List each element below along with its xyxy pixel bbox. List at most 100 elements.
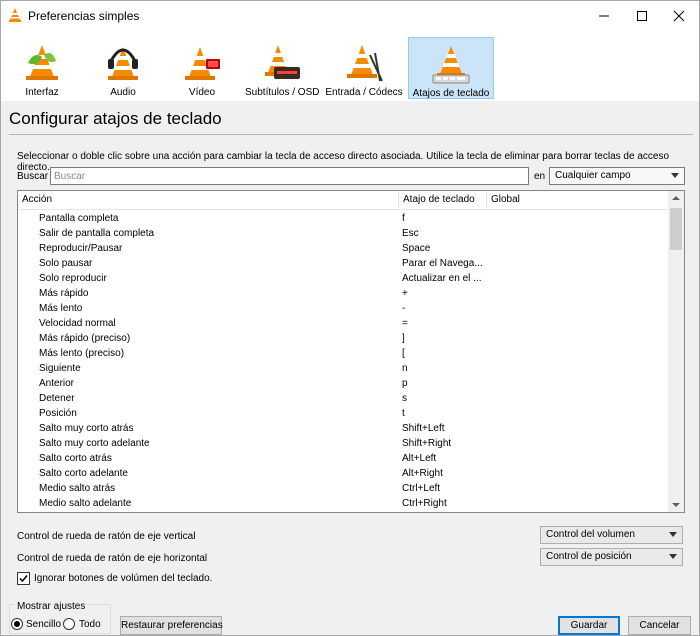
row-hotkey: n xyxy=(402,363,408,374)
table-row[interactable]: Más rápido + xyxy=(18,286,669,301)
search-input[interactable] xyxy=(50,167,529,185)
row-action: Solo pausar xyxy=(39,258,93,269)
row-hotkey: p xyxy=(402,378,408,389)
close-button[interactable] xyxy=(656,1,700,30)
table-row[interactable]: Salir de pantalla completa Esc xyxy=(18,226,669,241)
table-body: Pantalla completa f Salir de pantalla com… xyxy=(18,211,669,511)
category-input-codecs[interactable]: Entrada / Códecs xyxy=(325,37,403,99)
table-row[interactable]: Más lento - xyxy=(18,301,669,316)
row-hotkey: Alt+Left xyxy=(402,453,437,464)
checkmark-icon xyxy=(19,575,28,583)
cancel-button[interactable]: Cancelar xyxy=(628,616,691,635)
column-header-global[interactable]: Global xyxy=(491,194,520,205)
category-label: Entrada / Códecs xyxy=(325,87,403,98)
category-label: Vídeo xyxy=(188,87,216,98)
search-in-label: en xyxy=(534,171,546,182)
simple-radio-label[interactable]: Sencillo xyxy=(26,619,61,630)
vlc-cone-subtitles-icon xyxy=(265,45,300,79)
window-title: Preferencias simples xyxy=(28,9,140,23)
preferences-window: Preferencias simples Interfaz Audio Víde… xyxy=(0,0,700,636)
row-action: Más lento xyxy=(39,303,83,314)
table-row[interactable]: Salto corto adelante Alt+Right xyxy=(18,466,669,481)
row-hotkey: Parar el Navega... xyxy=(402,258,483,269)
title-bar[interactable]: Preferencias simples xyxy=(1,1,699,30)
row-action: Siguiente xyxy=(39,363,81,374)
column-header-hotkey[interactable]: Atajo de teclado xyxy=(403,194,475,205)
vlc-cone-video-icon xyxy=(185,47,220,80)
row-hotkey: Space xyxy=(402,243,431,254)
table-row[interactable]: Salto muy corto atrás Shift+Left xyxy=(18,421,669,436)
category-label: Atajos de teclado xyxy=(412,88,490,99)
table-row[interactable]: Salto corto atrás Alt+Left xyxy=(18,451,669,466)
row-action: Salir de pantalla completa xyxy=(39,228,155,239)
category-label: Interfaz xyxy=(25,87,59,98)
table-row[interactable]: Reproducir/Pausar Space xyxy=(18,241,669,256)
category-audio[interactable]: Audio xyxy=(93,37,153,99)
scroll-thumb[interactable] xyxy=(670,208,682,250)
table-row[interactable]: Anterior p xyxy=(18,376,669,391)
all-radio-label[interactable]: Todo xyxy=(79,619,101,630)
vlc-app-icon xyxy=(9,8,21,22)
table-row[interactable]: Salto muy corto adelante Shift+Right xyxy=(18,436,669,451)
maximize-icon xyxy=(637,10,647,21)
row-hotkey: Shift+Right xyxy=(402,438,452,449)
row-hotkey: Ctrl+Left xyxy=(402,483,441,494)
category-label: Subtítulos / OSD xyxy=(245,87,320,98)
table-row[interactable]: Solo reproducir Actualizar en el ... xyxy=(18,271,669,286)
row-action: Salto corto atrás xyxy=(39,453,112,464)
page-title: Configurar atajos de teclado xyxy=(9,109,222,128)
chevron-down-icon xyxy=(671,173,679,178)
table-row[interactable]: Solo pausar Parar el Navega... xyxy=(18,256,669,271)
table-row[interactable]: Medio salto atrás Ctrl+Left xyxy=(18,481,669,496)
vertical-wheel-select[interactable]: Control del volumen xyxy=(540,526,683,544)
horizontal-wheel-select[interactable]: Control de posición xyxy=(540,548,683,566)
show-settings-title: Mostrar ajustes xyxy=(15,601,88,612)
row-action: Detener xyxy=(39,393,75,404)
reset-preferences-button[interactable]: Restaurar preferencias xyxy=(120,616,223,635)
row-hotkey: ] xyxy=(402,333,405,344)
table-header: Acción Atajo de teclado Global xyxy=(18,191,669,210)
category-interfaz[interactable]: Interfaz xyxy=(9,37,75,99)
row-action: Solo reproducir xyxy=(39,273,107,284)
simple-radio[interactable] xyxy=(11,618,23,630)
table-row[interactable]: Velocidad normal = xyxy=(18,316,669,331)
table-row[interactable]: Siguiente n xyxy=(18,361,669,376)
table-row[interactable]: Pantalla completa f xyxy=(18,211,669,226)
table-row[interactable]: Medio salto adelante Ctrl+Right xyxy=(18,496,669,511)
category-video[interactable]: Vídeo xyxy=(173,37,231,99)
chevron-down-icon xyxy=(669,554,677,559)
scroll-up-icon[interactable] xyxy=(672,196,680,200)
table-row[interactable]: Más rápido (preciso)] xyxy=(18,331,669,346)
search-field-value: Cualquier campo xyxy=(555,170,631,181)
table-row[interactable]: Detener s xyxy=(18,391,669,406)
row-hotkey: Actualizar en el ... xyxy=(402,273,482,284)
row-hotkey: f xyxy=(402,213,405,224)
category-subtitles[interactable]: Subtítulos / OSD xyxy=(245,37,319,99)
vlc-cone-hotkeys-icon xyxy=(432,46,470,84)
row-action: Velocidad normal xyxy=(39,318,116,329)
row-hotkey: Alt+Right xyxy=(402,468,443,479)
column-header-action[interactable]: Acción xyxy=(22,194,52,205)
vlc-cone-headphones-icon xyxy=(108,47,138,80)
ignore-volume-keys-checkbox[interactable] xyxy=(17,572,30,585)
category-bar: Interfaz Audio Vídeo Subtítulos / OSD En… xyxy=(1,30,699,101)
table-row[interactable]: Más lento (preciso) [ xyxy=(18,346,669,361)
scroll-down-icon[interactable] xyxy=(672,503,680,507)
all-radio[interactable] xyxy=(63,618,75,630)
table-row[interactable]: Posición t xyxy=(18,406,669,421)
chevron-down-icon xyxy=(669,532,677,537)
row-action: Más lento (preciso) xyxy=(39,348,125,359)
row-action: Posición xyxy=(39,408,77,419)
row-hotkey: = xyxy=(402,318,408,329)
hotkeys-table[interactable]: Acción Atajo de teclado Global Pantalla … xyxy=(17,190,685,513)
vertical-wheel-value: Control del volumen xyxy=(546,529,635,540)
category-label: Audio xyxy=(110,87,136,98)
save-button[interactable]: Guardar xyxy=(558,616,620,635)
table-scrollbar[interactable] xyxy=(668,191,684,512)
column-divider xyxy=(398,193,399,208)
category-hotkeys[interactable]: Atajos de teclado xyxy=(408,37,494,99)
search-field-select[interactable]: Cualquier campo xyxy=(549,167,685,185)
column-divider xyxy=(486,193,487,208)
row-hotkey: Ctrl+Right xyxy=(402,498,447,509)
row-action: Salto corto adelante xyxy=(39,468,128,479)
